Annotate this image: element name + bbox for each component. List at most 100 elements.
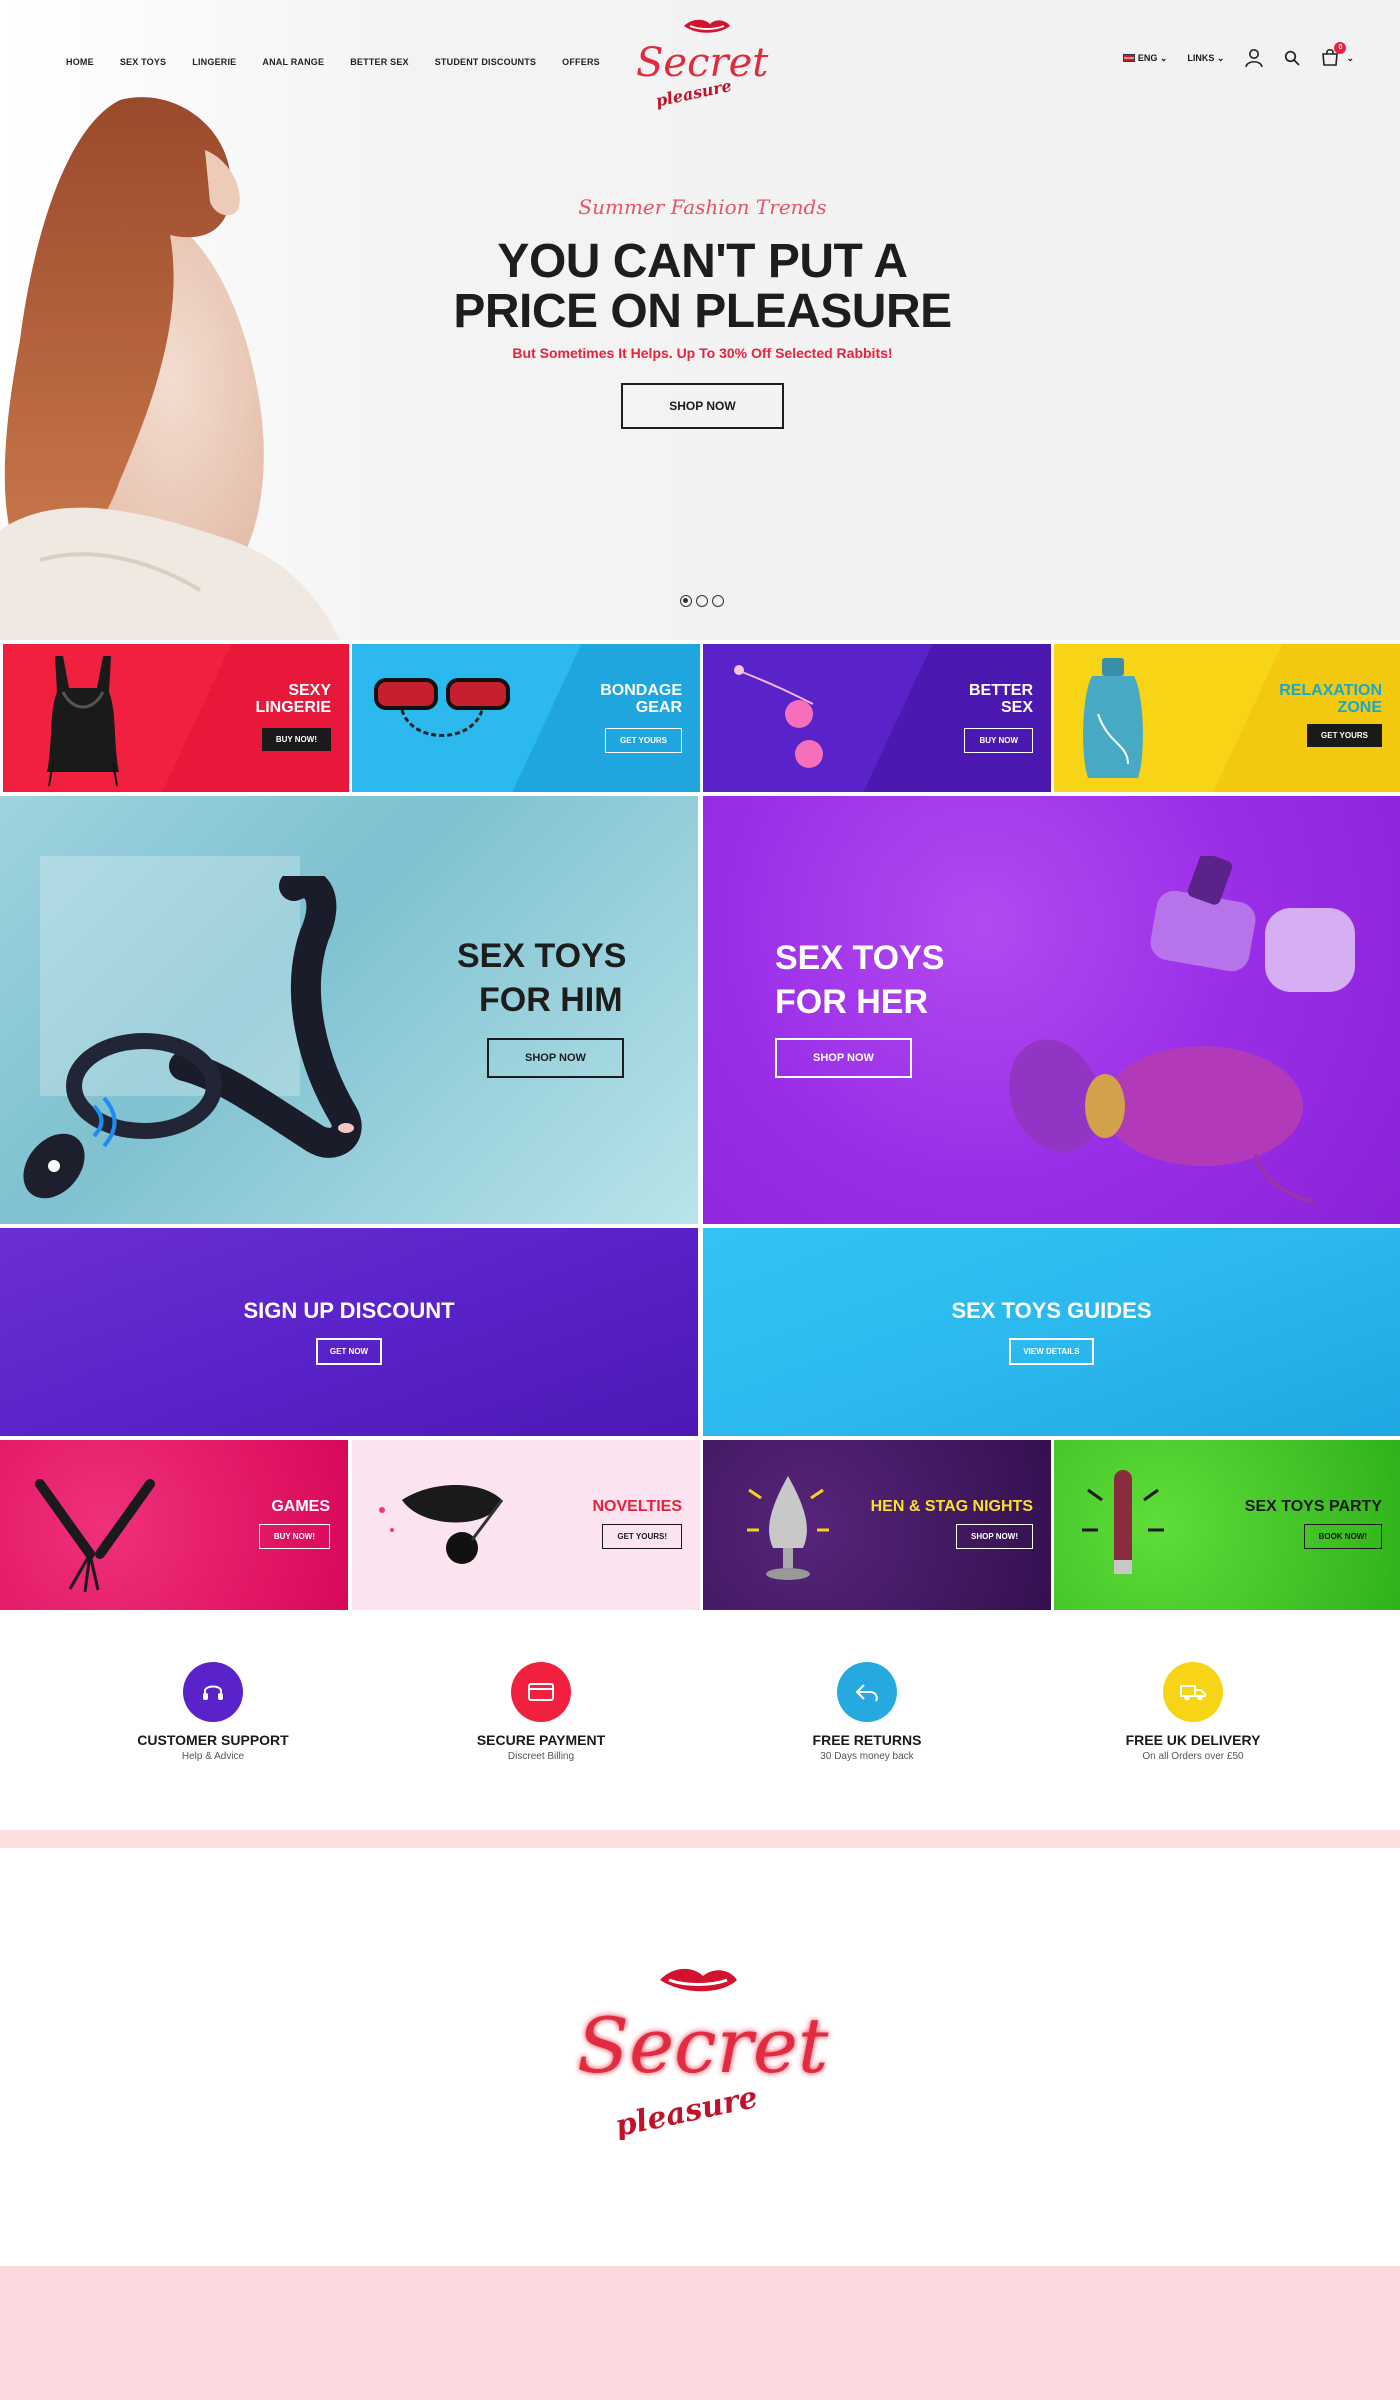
category-tile-relaxation-title: RELAXATION ZONE (1279, 682, 1382, 716)
promo-sex-toys-guides[interactable]: SEX TOYS GUIDES VIEW DETAILS (703, 1228, 1400, 1436)
feature-title: FREE RETURNS (812, 1732, 922, 1748)
nav-better-sex[interactable]: BETTER SEX (350, 57, 409, 67)
banner-him-shop-now-button[interactable]: SHOP NOW (487, 1038, 624, 1078)
truck-icon (1163, 1662, 1223, 1722)
slider-dot-1[interactable] (680, 595, 692, 607)
links-label: LINKS (1187, 52, 1215, 63)
promo-guides-view-details-button[interactable]: VIEW DETAILS (1009, 1338, 1094, 1365)
female-toys-image (1009, 856, 1355, 1204)
tile-title-line1: RELAXATION (1279, 682, 1382, 699)
relaxation-get-yours-button[interactable]: GET YOURS (1307, 724, 1382, 747)
bondage-get-yours-button[interactable]: GET YOURS (605, 728, 682, 753)
tile-novelties[interactable]: NOVELTIES GET YOURS! (352, 1440, 700, 1610)
lingerie-image (47, 656, 119, 787)
feature-secure-payment: SECURE PAYMENT Discreet Billing (366, 1610, 716, 1830)
feature-subtitle: Discreet Billing (507, 1751, 575, 1762)
bullet-vibrator-image (1082, 1470, 1164, 1574)
hero-title-line1: YOU CAN'T PUT A (497, 235, 908, 288)
cart-button[interactable]: 0 (1320, 42, 1347, 68)
hero-title-line2: PRICE ON PLEASURE (453, 285, 952, 338)
banner-him-title: SEX TOYS FOR HIM (457, 934, 626, 1022)
better-sex-buy-now-button[interactable]: BUY NOW (964, 728, 1033, 753)
banner-her-shop-now-button[interactable]: SHOP NOW (775, 1038, 912, 1078)
hero-shop-now-button[interactable]: SHOP NOW (621, 383, 784, 429)
language-selector[interactable]: ENG ⌄ (1122, 52, 1168, 64)
lingerie-buy-now-button[interactable]: BUY NOW! (261, 728, 331, 751)
tile-games[interactable]: GAMES BUY NOW! (0, 1440, 348, 1610)
tile-sex-toys-party[interactable]: SEX TOYS PARTY BOOK NOW! (1054, 1440, 1400, 1610)
promo-signup-get-now-button[interactable]: GET NOW (315, 1338, 383, 1365)
feature-customer-support: CUSTOMER SUPPORT Help & Advice (38, 1610, 388, 1830)
hero-woman-image (0, 97, 340, 640)
nav-home[interactable]: HOME (66, 57, 94, 67)
nav-sex-toys[interactable]: SEX TOYS (120, 57, 166, 67)
handcuffs-image (374, 678, 510, 737)
nav-student-discounts[interactable]: STUDENT DISCOUNTS (435, 57, 536, 67)
search-icon[interactable] (1284, 50, 1301, 66)
banner-her-line2: FOR HER (775, 983, 928, 1021)
hen-stag-shop-now-button[interactable]: SHOP NOW! (956, 1524, 1033, 1549)
nav-anal-range[interactable]: ANAL RANGE (262, 57, 324, 67)
promo-signup-title: SIGN UP DISCOUNT (243, 1298, 455, 1323)
features-bar: CUSTOMER SUPPORT Help & Advice SECURE PA… (0, 1610, 1400, 1830)
chevron-down-icon[interactable]: ⌄ (1346, 53, 1354, 64)
credit-card-icon (511, 1662, 571, 1722)
logo-text: Secret (636, 40, 769, 86)
category-tile-better-sex[interactable]: BETTER SEX BUY NOW (703, 644, 1051, 792)
category-tile-relaxation[interactable]: RELAXATION ZONE GET YOURS (1054, 644, 1400, 792)
category-tile-bondage-title: BONDAGE GEAR (600, 682, 682, 716)
promo-guides-title: SEX TOYS GUIDES (951, 1298, 1152, 1323)
tile-title-line2: ZONE (1337, 699, 1382, 716)
feature-subtitle: 30 Days money back (820, 1751, 914, 1762)
tile-title-line2: GEAR (635, 699, 682, 716)
party-book-now-button[interactable]: BOOK NOW! (1303, 1524, 1382, 1549)
promo-signup-discount[interactable]: SIGN UP DISCOUNT GET NOW (0, 1228, 698, 1436)
feature-subtitle: On all Orders over £50 (1142, 1751, 1244, 1762)
category-tile-lingerie[interactable]: SEXY LINGERIE BUY NOW! (3, 644, 349, 792)
feature-free-delivery: FREE UK DELIVERY On all Orders over £50 (1018, 1610, 1368, 1830)
main-nav: HOME SEX TOYS LINGERIE ANAL RANGE BETTER… (66, 57, 626, 67)
banner-him-line2: FOR HIM (479, 981, 623, 1019)
pink-divider (0, 1830, 1400, 1848)
nav-lingerie[interactable]: LINGERIE (192, 57, 236, 67)
language-label: ENG (1137, 52, 1158, 63)
banner-sex-toys-for-her[interactable]: SEX TOYS FOR HER SHOP NOW (703, 796, 1400, 1224)
whip-image (35, 1479, 155, 1593)
footer-logo[interactable]: Secret pleasure (565, 1960, 835, 2140)
return-arrow-icon (837, 1662, 897, 1722)
slider-dot-2[interactable] (696, 595, 708, 607)
category-tile-bondage[interactable]: BONDAGE GEAR GET YOURS (352, 644, 700, 792)
tile-title-line2: SEX (1000, 699, 1033, 716)
tile-hen-stag[interactable]: HEN & STAG NIGHTS SHOP NOW! (703, 1440, 1051, 1610)
slider-dots (680, 595, 724, 607)
plug-image (747, 1476, 829, 1580)
hero-subtitle: Summer Fashion Trends (578, 195, 827, 219)
chevron-down-icon: ⌄ (1159, 52, 1168, 63)
games-buy-now-button[interactable]: BUY NOW! (258, 1524, 330, 1549)
tile-title-line1: BETTER (969, 682, 1033, 699)
feature-free-returns: FREE RETURNS 30 Days money back (692, 1610, 1042, 1830)
hero-content: Summer Fashion Trends YOU CAN'T PUT A PR… (400, 195, 1005, 429)
feature-title: SECURE PAYMENT (476, 1732, 606, 1748)
nav-offers[interactable]: OFFERS (562, 57, 600, 67)
male-toy-image (23, 876, 362, 1199)
tile-title-line1: BONDAGE (600, 682, 682, 699)
banner-sex-toys-for-him[interactable]: SEX TOYS FOR HIM SHOP NOW (0, 796, 698, 1224)
tile-sex-toys-party-title: SEX TOYS PARTY (1244, 1498, 1382, 1515)
novelties-get-yours-button[interactable]: GET YOURS! (602, 1524, 682, 1549)
hero-description: But Sometimes It Helps. Up To 30% Off Se… (512, 345, 893, 361)
feature-title: CUSTOMER SUPPORT (137, 1732, 289, 1748)
slider-dot-3[interactable] (712, 595, 724, 607)
tile-novelties-title: NOVELTIES (592, 1498, 683, 1515)
hero-title: YOU CAN'T PUT A PRICE ON PLEASURE (400, 237, 1005, 337)
tile-hen-stag-title: HEN & STAG NIGHTS (870, 1498, 1033, 1515)
category-tile-lingerie-title: SEXY LINGERIE (255, 682, 331, 716)
feature-title: FREE UK DELIVERY (1125, 1732, 1261, 1748)
cart-count-badge: 0 (1334, 42, 1347, 54)
hot-water-bottle-image (1083, 658, 1143, 778)
account-icon[interactable] (1244, 48, 1264, 68)
links-menu[interactable]: LINKS ⌄ (1187, 53, 1224, 64)
page: Summer Fashion Trends YOU CAN'T PUT A PR… (0, 0, 1400, 2400)
site-logo[interactable]: Secret pleasure (628, 14, 778, 112)
site-header: HOME SEX TOYS LINGERIE ANAL RANGE BETTER… (0, 0, 1400, 120)
